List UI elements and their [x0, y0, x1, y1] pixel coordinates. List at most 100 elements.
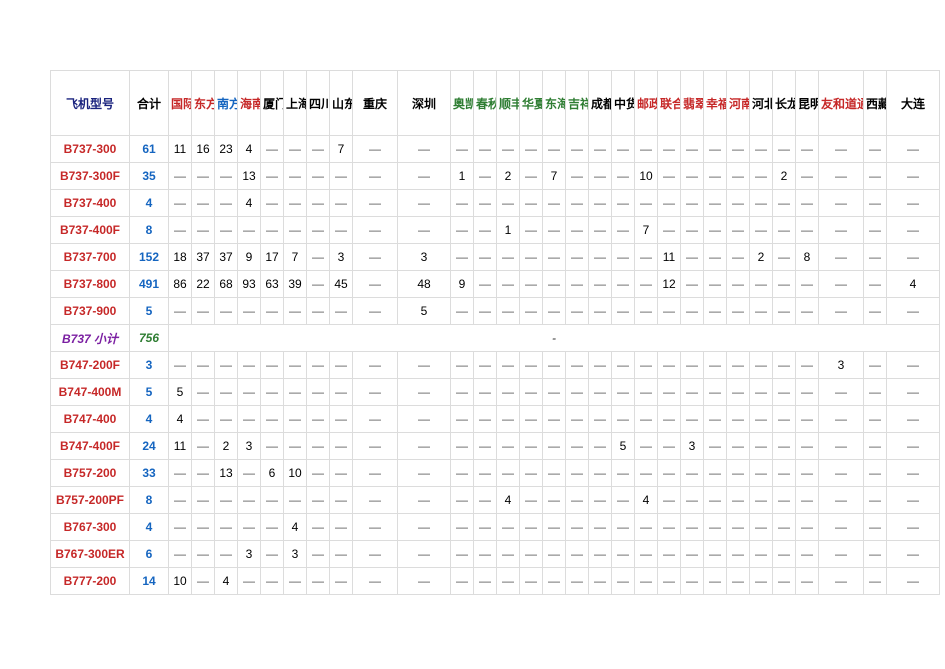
- data-cell: —: [307, 460, 329, 486]
- data-cell: —: [704, 568, 726, 594]
- data-cell: —: [307, 487, 329, 513]
- data-cell: —: [681, 568, 703, 594]
- data-cell: —: [307, 541, 329, 567]
- data-cell: —: [704, 136, 726, 162]
- data-cell: —: [727, 352, 749, 378]
- data-cell: —: [169, 460, 191, 486]
- data-cell: —: [284, 487, 306, 513]
- data-cell: —: [284, 568, 306, 594]
- table-row: B737-9005—————————5———————————————————: [51, 298, 939, 324]
- data-cell: —: [353, 433, 397, 459]
- model-cell: B747-400: [51, 406, 129, 432]
- data-cell: —: [658, 487, 680, 513]
- col-header-chongqing: 重庆: [353, 71, 397, 135]
- data-cell: —: [819, 271, 863, 297]
- data-cell: —: [238, 298, 260, 324]
- model-cell: B737-900: [51, 298, 129, 324]
- data-cell: 4: [238, 190, 260, 216]
- data-cell: —: [819, 190, 863, 216]
- data-cell: —: [474, 541, 496, 567]
- model-cell: B757-200: [51, 460, 129, 486]
- data-cell: —: [307, 406, 329, 432]
- data-cell: —: [398, 163, 450, 189]
- data-cell: 63: [261, 271, 283, 297]
- total-cell: 8: [130, 217, 168, 243]
- data-cell: —: [451, 433, 473, 459]
- data-cell: —: [750, 190, 772, 216]
- total-cell: 6: [130, 541, 168, 567]
- data-cell: —: [589, 163, 611, 189]
- data-cell: —: [704, 460, 726, 486]
- data-cell: —: [192, 298, 214, 324]
- col-header-spring: 春秋: [474, 71, 496, 135]
- data-cell: —: [474, 514, 496, 540]
- data-cell: —: [566, 352, 588, 378]
- data-cell: —: [704, 406, 726, 432]
- data-cell: —: [704, 514, 726, 540]
- data-cell: —: [330, 541, 352, 567]
- data-cell: —: [864, 217, 886, 243]
- data-cell: —: [864, 460, 886, 486]
- total-cell: 35: [130, 163, 168, 189]
- col-header-sf: 顺丰: [497, 71, 519, 135]
- data-cell: 4: [238, 136, 260, 162]
- data-cell: —: [819, 244, 863, 270]
- data-cell: —: [353, 568, 397, 594]
- data-cell: —: [658, 298, 680, 324]
- data-cell: —: [520, 460, 542, 486]
- col-header-south: 南方: [215, 71, 237, 135]
- data-cell: —: [566, 514, 588, 540]
- data-cell: —: [398, 487, 450, 513]
- data-cell: 4: [635, 487, 657, 513]
- model-cell: B737-700: [51, 244, 129, 270]
- data-cell: —: [612, 460, 634, 486]
- data-cell: —: [750, 136, 772, 162]
- data-cell: —: [474, 568, 496, 594]
- total-cell: 4: [130, 406, 168, 432]
- data-cell: —: [451, 568, 473, 594]
- data-cell: —: [727, 514, 749, 540]
- data-cell: —: [796, 487, 818, 513]
- data-cell: —: [261, 433, 283, 459]
- data-cell: —: [864, 271, 886, 297]
- data-cell: —: [681, 379, 703, 405]
- data-cell: —: [497, 298, 519, 324]
- data-cell: —: [796, 298, 818, 324]
- col-header-donghai: 东海: [543, 71, 565, 135]
- col-header-dalian: 大连: [887, 71, 939, 135]
- data-cell: —: [169, 541, 191, 567]
- data-cell: —: [819, 460, 863, 486]
- data-cell: —: [330, 460, 352, 486]
- col-header-henan: 河南: [727, 71, 749, 135]
- data-cell: —: [238, 406, 260, 432]
- data-cell: —: [398, 460, 450, 486]
- data-cell: —: [681, 487, 703, 513]
- data-cell: —: [727, 406, 749, 432]
- data-cell: —: [819, 487, 863, 513]
- data-cell: —: [566, 271, 588, 297]
- data-cell: —: [796, 406, 818, 432]
- data-cell: 7: [543, 163, 565, 189]
- data-cell: —: [704, 244, 726, 270]
- data-cell: —: [330, 217, 352, 243]
- data-cell: —: [727, 460, 749, 486]
- data-cell: —: [819, 514, 863, 540]
- data-cell: —: [497, 379, 519, 405]
- col-header-changlong: 长龙: [773, 71, 795, 135]
- col-header-lianhe: 联合: [658, 71, 680, 135]
- data-cell: —: [681, 190, 703, 216]
- data-cell: —: [750, 568, 772, 594]
- table-row: B747-400F2411—23—————————————5——3———————…: [51, 433, 939, 459]
- data-cell: —: [543, 379, 565, 405]
- data-cell: —: [566, 217, 588, 243]
- data-cell: —: [261, 487, 283, 513]
- table-row: B777-2001410—4——————————————————————————: [51, 568, 939, 594]
- data-cell: —: [398, 541, 450, 567]
- data-cell: —: [589, 352, 611, 378]
- data-cell: —: [681, 406, 703, 432]
- data-cell: —: [543, 352, 565, 378]
- data-cell: —: [497, 568, 519, 594]
- col-header-total: 合计: [130, 71, 168, 135]
- data-cell: —: [704, 541, 726, 567]
- data-cell: —: [307, 514, 329, 540]
